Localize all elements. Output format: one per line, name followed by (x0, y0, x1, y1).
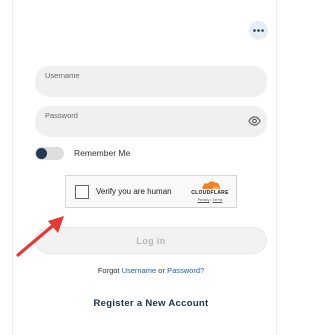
forgot-credentials-row: Forgot Username or Password? (35, 266, 267, 275)
cloudflare-links: Privacy • Terms (189, 198, 231, 202)
password-field[interactable]: Password (35, 106, 267, 137)
password-label: Password (45, 111, 78, 120)
captcha-label: Verify you are human (96, 187, 172, 196)
red-arrow-icon (16, 216, 64, 257)
more-options-button[interactable] (249, 21, 268, 40)
terms-link[interactable]: Terms (213, 198, 223, 202)
forgot-username-link[interactable]: Username (122, 266, 157, 275)
remember-me-toggle[interactable] (35, 147, 64, 160)
username-field[interactable]: Username (35, 66, 267, 97)
cloudflare-cloud-icon (202, 181, 221, 189)
cloudflare-logo: CLOUDFLARE Privacy • Terms (189, 180, 231, 206)
more-horizontal-icon (253, 29, 264, 32)
toggle-knob (36, 148, 47, 159)
username-label: Username (45, 71, 80, 80)
username-input[interactable] (45, 80, 237, 92)
eye-icon[interactable] (248, 115, 261, 127)
forgot-prefix: Forgot (97, 266, 120, 275)
login-panel: Username Password Remember Me Verify you… (12, 0, 277, 335)
forgot-or: or (158, 266, 165, 275)
register-link[interactable]: Register a New Account (35, 298, 267, 309)
password-input[interactable] (45, 120, 237, 132)
cloudflare-captcha-widget: Verify you are human CLOUDFLARE Privacy … (65, 175, 237, 208)
captcha-checkbox[interactable] (75, 185, 89, 199)
cloudflare-wordmark: CLOUDFLARE (191, 190, 229, 196)
forgot-password-link[interactable]: Password? (167, 266, 204, 275)
remember-me-label: Remember Me (74, 148, 131, 158)
privacy-link[interactable]: Privacy (198, 198, 210, 202)
link-separator: • (210, 198, 212, 202)
